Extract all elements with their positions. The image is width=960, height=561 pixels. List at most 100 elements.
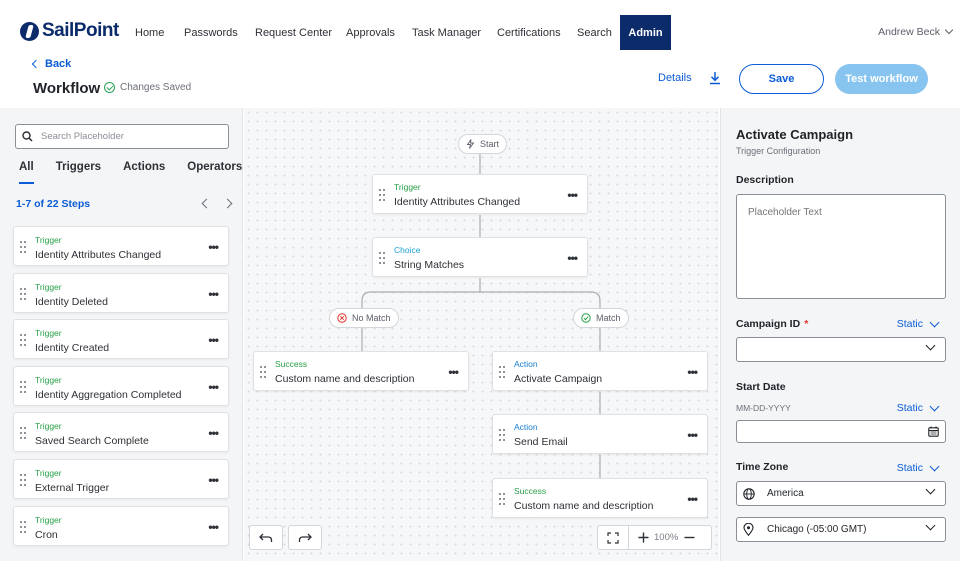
config-subtitle: Trigger Configuration [736,146,821,156]
tab-triggers[interactable]: Triggers [56,161,101,173]
zoom-out-icon[interactable] [684,532,695,543]
drag-handle-icon[interactable] [20,380,26,393]
drag-handle-icon[interactable] [20,520,26,533]
workflow-node-action-email[interactable]: Action Send Email ••• [492,414,708,454]
nav-home[interactable]: Home [124,15,175,50]
match-label: Match [596,313,621,323]
more-options-icon[interactable]: ••• [208,240,219,254]
more-options-icon[interactable]: ••• [687,365,698,379]
more-options-icon[interactable]: ••• [687,428,698,442]
more-options-icon[interactable]: ••• [448,365,459,379]
nav-task-manager[interactable]: Task Manager [401,15,492,50]
details-link[interactable]: Details [658,72,692,84]
drag-handle-icon[interactable] [379,252,385,264]
more-options-icon[interactable]: ••• [208,520,219,534]
sailpoint-logo[interactable]: SailPoint [20,20,119,42]
match-branch[interactable]: Match [573,308,629,328]
workflow-node-trigger[interactable]: Trigger Identity Attributes Changed ••• [372,174,588,214]
drag-handle-icon[interactable] [499,366,505,378]
region-select[interactable]: America [736,481,946,506]
nav-request-center[interactable]: Request Center [244,15,343,50]
nav-passwords[interactable]: Passwords [173,15,249,50]
fit-screen-icon[interactable] [607,531,619,544]
workflow-node-action-activate[interactable]: Action Activate Campaign ••• [492,351,708,391]
tab-operators[interactable]: Operators [187,161,242,173]
list-item[interactable]: Trigger Identity Deleted ••• [13,272,229,313]
more-options-icon[interactable]: ••• [567,188,578,202]
config-title: Activate Campaign [736,127,854,142]
more-options-icon[interactable]: ••• [208,426,219,440]
nav-certifications[interactable]: Certifications [486,15,572,50]
node-name: Identity Attributes Changed [394,196,521,208]
drag-handle-icon[interactable] [20,241,26,253]
user-name: Andrew Beck [878,26,940,38]
workflow-canvas[interactable]: Start Trigger Identity Attributes Change… [244,108,719,561]
drag-handle-icon[interactable] [499,493,505,505]
prev-page-icon[interactable] [201,198,212,209]
search-box [15,124,229,149]
step-name: Identity Created [35,342,110,355]
step-tabs: All Triggers Actions Operators [19,161,242,184]
list-item[interactable]: Trigger Cron ••• [13,505,229,546]
top-navigation: SailPoint Home Passwords Request Center … [0,0,960,50]
time-zone-static-toggle[interactable]: Static [896,461,940,474]
zoom-in-icon[interactable] [638,532,649,543]
nav-approvals[interactable]: Approvals [335,15,406,50]
download-icon[interactable] [708,70,722,86]
more-options-icon[interactable]: ••• [208,473,219,487]
start-date-field[interactable] [736,420,946,443]
chevron-down-icon [925,340,936,351]
test-workflow-button[interactable]: Test workflow [835,64,928,94]
workflow-node-choice[interactable]: Choice String Matches ••• [372,237,588,277]
campaign-static-toggle[interactable]: Static [897,317,940,330]
pager-text: 1-7 of 22 Steps [16,198,91,210]
back-link[interactable]: Back [31,58,71,70]
list-item[interactable]: Trigger Identity Created ••• [13,319,229,360]
campaign-id-select[interactable] [736,337,946,362]
drag-handle-icon[interactable] [379,189,385,201]
more-options-icon[interactable]: ••• [208,380,219,394]
drag-handle-icon[interactable] [20,473,26,486]
user-menu[interactable]: Andrew Beck [878,25,954,38]
more-options-icon[interactable]: ••• [567,251,578,265]
undo-button[interactable] [249,525,283,550]
calendar-icon[interactable] [928,426,939,437]
start-node[interactable]: Start [458,134,508,154]
step-type: Trigger [35,281,62,292]
required-marker: * [804,318,809,330]
list-item[interactable]: Trigger External Trigger ••• [13,458,229,499]
more-options-icon[interactable]: ••• [208,287,219,301]
zoom-level: 100% [654,532,679,543]
static-label: Static [896,462,923,474]
node-type: Action [514,359,538,369]
search-input[interactable] [41,131,211,142]
drag-handle-icon[interactable] [499,429,505,441]
tab-actions[interactable]: Actions [123,161,165,173]
list-item[interactable]: Trigger Saved Search Complete ••• [13,412,229,453]
start-date-static-toggle[interactable]: Static [897,401,940,414]
redo-button[interactable] [288,525,322,550]
more-options-icon[interactable]: ••• [208,333,219,347]
next-page-icon[interactable] [222,198,233,209]
region-value: America [767,488,804,499]
drag-handle-icon[interactable] [260,366,266,378]
drag-handle-icon[interactable] [20,287,26,300]
save-button[interactable]: Save [739,64,824,94]
chevron-left-icon [31,59,41,69]
list-item[interactable]: Trigger Identity Aggregation Completed •… [13,365,229,406]
step-list: Trigger Identity Attributes Changed ••• … [13,226,229,552]
list-item[interactable]: Trigger Identity Attributes Changed ••• [13,226,229,266]
save-status: Changes Saved [104,82,191,93]
description-field[interactable] [736,194,946,299]
tab-all[interactable]: All [19,161,34,184]
step-name: Saved Search Complete [35,435,149,448]
workflow-node-success[interactable]: Success Custom name and description ••• [253,351,469,391]
workflow-node-success[interactable]: Success Custom name and description ••• [492,478,708,518]
nav-search[interactable]: Search [566,15,623,50]
drag-handle-icon[interactable] [20,334,26,347]
city-select[interactable]: Chicago (-05:00 GMT) [736,517,946,542]
drag-handle-icon[interactable] [20,427,26,440]
no-match-branch[interactable]: No Match [329,308,399,328]
more-options-icon[interactable]: ••• [687,492,698,506]
nav-admin[interactable]: Admin [620,15,671,50]
